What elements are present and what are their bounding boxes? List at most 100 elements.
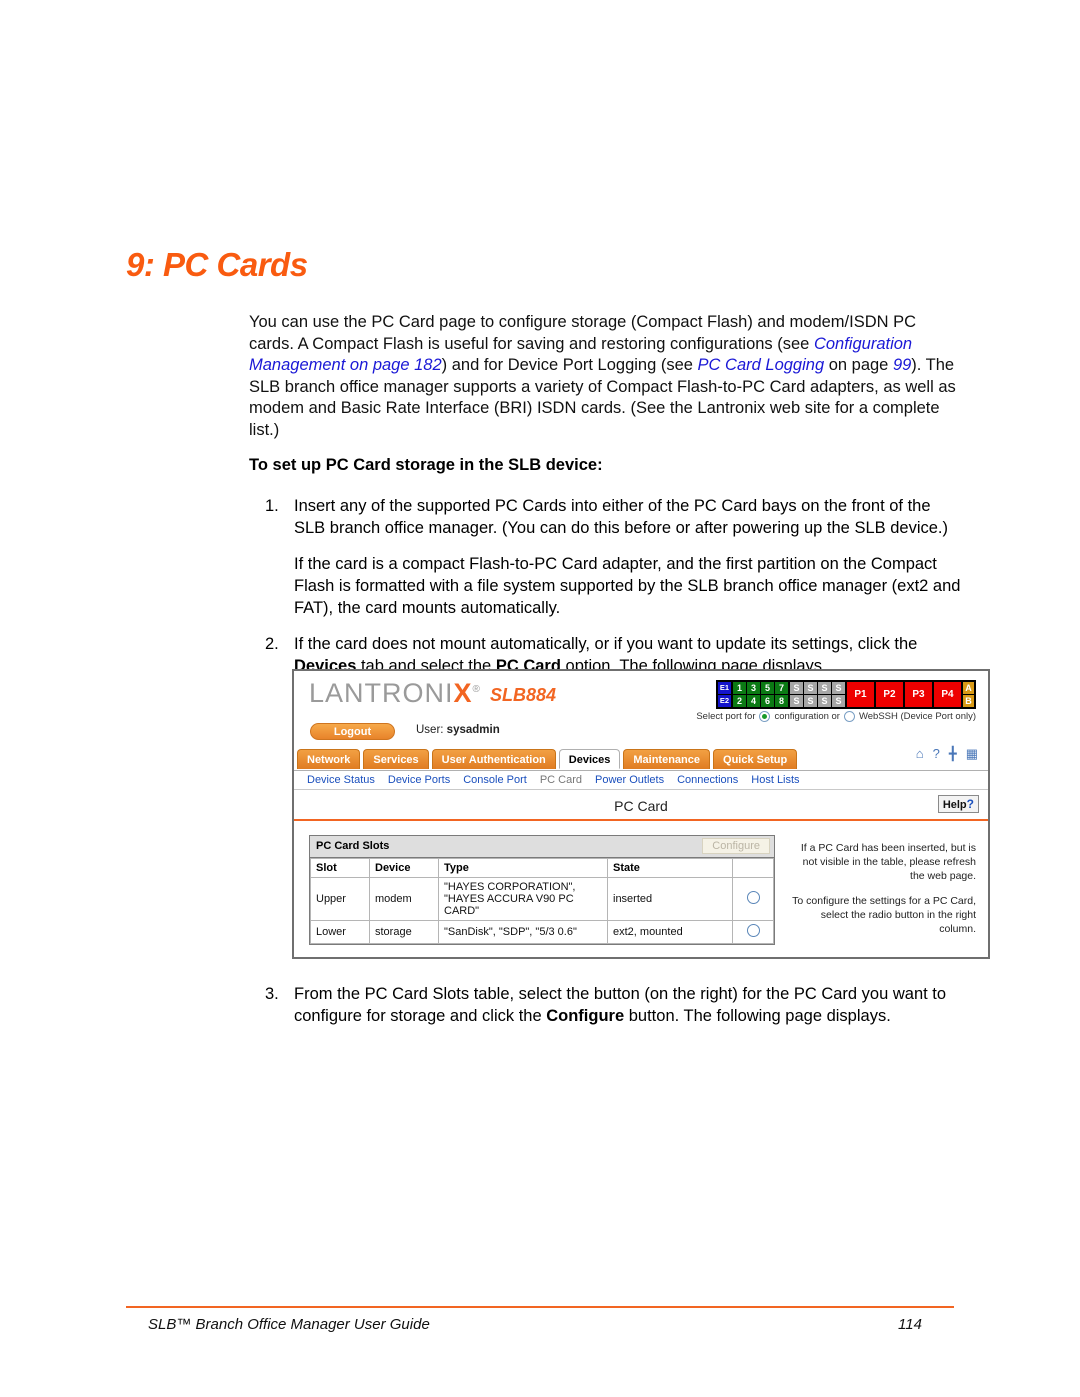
serial-port-5[interactable]: S: [790, 695, 803, 707]
main-tab-bar: Network Services User Authentication Dev…: [294, 749, 988, 771]
embedded-app-screenshot: LANTRONIX® SLB884 Logout User: sysadmin …: [292, 669, 990, 959]
port-6[interactable]: 6: [761, 695, 774, 707]
radio-slot-lower[interactable]: [746, 924, 760, 937]
home-icon[interactable]: ⌂: [916, 747, 924, 760]
cell-type-upper: "HAYES CORPORATION", "HAYES ACCURA V90 P…: [438, 877, 608, 921]
port-8[interactable]: 8: [775, 695, 788, 707]
cell-device-lower: storage: [369, 920, 439, 944]
logo-x: X: [453, 678, 473, 708]
logout-button[interactable]: Logout: [310, 723, 395, 740]
tab-user-authentication[interactable]: User Authentication: [431, 749, 556, 769]
subnav-host-lists[interactable]: Host Lists: [751, 770, 799, 790]
power-outlet-p1[interactable]: P1: [847, 682, 874, 707]
select-port-label: Select port for: [696, 711, 756, 722]
help-question-icon[interactable]: ?: [933, 747, 940, 760]
power-outlet-p3[interactable]: P3: [905, 682, 932, 707]
select-port-row: Select port for configuration or WebSSH …: [696, 711, 976, 722]
cell-device-upper: modem: [369, 877, 439, 921]
app-page-title: PC Card: [614, 798, 668, 814]
tab-services[interactable]: Services: [363, 749, 429, 769]
serial-port-8[interactable]: S: [832, 695, 845, 707]
port-2[interactable]: 2: [733, 695, 746, 707]
table-row: Lower storage "SanDisk", "SDP", "5/3 0.6…: [310, 920, 774, 944]
table-header-row: Slot Device Type State: [310, 858, 774, 878]
port-7[interactable]: 7: [775, 682, 788, 694]
side-help-text: If a PC Card has been inserted, but is n…: [791, 841, 976, 947]
tab-quick-setup[interactable]: Quick Setup: [713, 749, 798, 769]
port-e1[interactable]: E1: [718, 682, 731, 694]
power-outlet-p2[interactable]: P2: [876, 682, 903, 707]
serial-port-6[interactable]: S: [804, 695, 817, 707]
log-icon[interactable]: ▦: [966, 747, 978, 760]
page-title: 9: PC Cards: [126, 246, 308, 283]
list-item: 1. Insert any of the supported PC Cards …: [249, 495, 965, 619]
expand-icon[interactable]: ╋: [949, 747, 957, 760]
device-port-group[interactable]: 1 3 5 7 2 4 6 8: [733, 682, 788, 707]
column-header-select: [732, 858, 774, 878]
power-outlet-p4[interactable]: P4: [934, 682, 961, 707]
cross-reference-page-99[interactable]: 99: [893, 356, 911, 374]
cross-reference-pc-card-logging[interactable]: PC Card Logging: [698, 356, 825, 374]
column-header-slot: Slot: [310, 858, 370, 878]
serial-port-group[interactable]: S S S S S S S S: [790, 682, 845, 707]
select-port-option-configuration: configuration or: [774, 711, 840, 722]
pc-card-slots-title: PC Card Slots: [316, 840, 390, 852]
configure-button[interactable]: Configure: [702, 838, 770, 854]
document-body: You can use the PC Card page to configur…: [249, 312, 965, 691]
step-bold-configure: Configure: [546, 1007, 625, 1025]
step-text-a: If the card does not mount automatically…: [294, 634, 918, 653]
subnav-pc-card[interactable]: PC Card: [540, 770, 582, 790]
cell-select-lower[interactable]: [732, 920, 774, 944]
tab-network[interactable]: Network: [297, 749, 361, 769]
aux-port-b[interactable]: B: [963, 695, 974, 707]
help-button-label: Help: [942, 799, 967, 811]
port-4[interactable]: 4: [747, 695, 760, 707]
subnav-power-outlets[interactable]: Power Outlets: [595, 770, 664, 790]
intro-text-b: ) and for Device Port Logging (see: [441, 356, 698, 374]
footer-title: SLB™ Branch Office Manager User Guide: [148, 1316, 430, 1333]
ethernet-port-group[interactable]: E1 E2: [718, 682, 731, 707]
tab-maintenance[interactable]: Maintenance: [623, 749, 711, 769]
user-prefix: User:: [416, 724, 447, 736]
step-number: 3.: [265, 985, 279, 1003]
step-text: Insert any of the supported PC Cards int…: [294, 496, 948, 537]
port-3[interactable]: 3: [747, 682, 760, 694]
subnav-console-port[interactable]: Console Port: [463, 770, 527, 790]
pc-card-slots-table: Slot Device Type State Upper modem "HAYE…: [310, 858, 774, 944]
cell-state-lower: ext2, mounted: [607, 920, 733, 944]
radio-configuration[interactable]: [759, 711, 771, 722]
port-1[interactable]: 1: [733, 682, 746, 694]
radio-slot-upper[interactable]: [746, 891, 760, 904]
intro-text-c: on page: [824, 356, 893, 374]
aux-port-a[interactable]: A: [963, 682, 974, 694]
radio-webssh[interactable]: [843, 711, 855, 722]
lantronix-logo: LANTRONIX®: [309, 678, 481, 709]
tab-devices[interactable]: Devices: [558, 749, 621, 769]
port-e2[interactable]: E2: [718, 695, 731, 707]
serial-port-2[interactable]: S: [804, 682, 817, 694]
serial-port-3[interactable]: S: [818, 682, 831, 694]
device-model-label: SLB884: [490, 685, 557, 705]
intro-paragraph: You can use the PC Card page to configur…: [249, 312, 965, 441]
footer-page-number: 114: [898, 1316, 922, 1333]
cell-select-upper[interactable]: [732, 877, 774, 921]
serial-port-1[interactable]: S: [790, 682, 803, 694]
subnav-device-ports[interactable]: Device Ports: [388, 770, 450, 790]
serial-port-7[interactable]: S: [818, 695, 831, 707]
step-sub-text: If the card is a compact Flash-to-PC Car…: [294, 554, 961, 617]
subnav-device-status[interactable]: Device Status: [307, 770, 375, 790]
section-lead-in: To set up PC Card storage in the SLB dev…: [249, 456, 603, 474]
port-5[interactable]: 5: [761, 682, 774, 694]
step-text-b: button. The following page displays.: [624, 1007, 891, 1025]
column-header-device: Device: [369, 858, 439, 878]
column-header-state: State: [607, 858, 733, 878]
serial-port-4[interactable]: S: [832, 682, 845, 694]
page-title-band: PC Card Help?: [294, 791, 988, 821]
step-number: 1.: [265, 496, 279, 515]
subnav-connections[interactable]: Connections: [677, 770, 738, 790]
aux-port-group[interactable]: A B: [963, 682, 974, 707]
help-button[interactable]: Help?: [937, 795, 979, 813]
toolbar-icons: ⌂ ? ╋ ▦: [916, 747, 978, 760]
footer-divider: [126, 1306, 954, 1308]
power-port-group[interactable]: P1 P2 P3 P4: [847, 682, 961, 707]
